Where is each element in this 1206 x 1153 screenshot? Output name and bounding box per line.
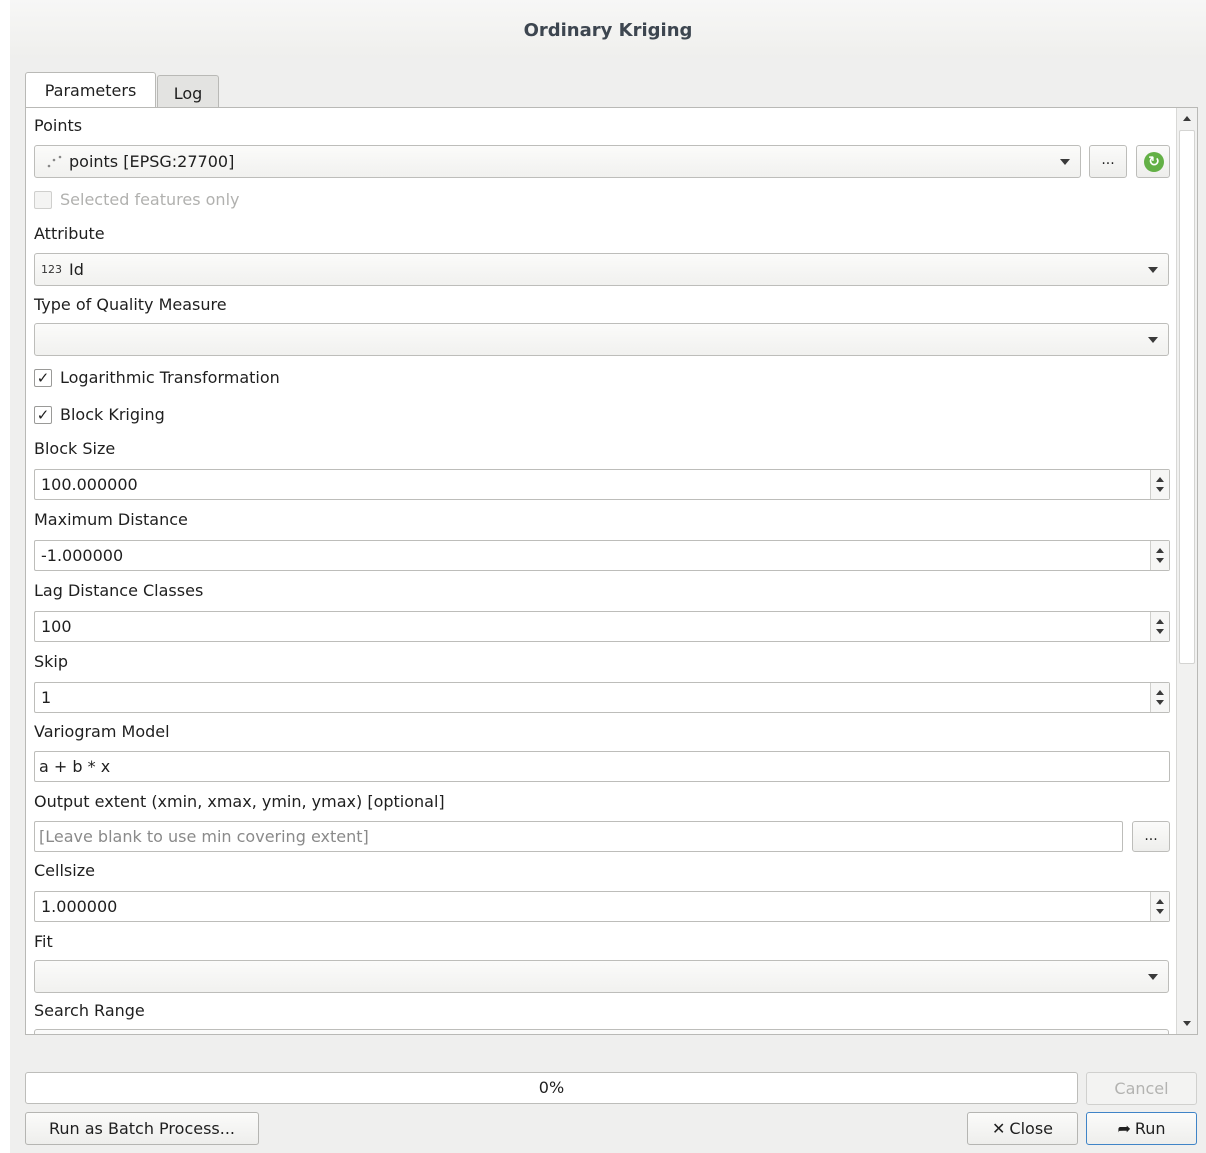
search-range-combo[interactable]: [34, 1029, 1169, 1034]
run-icon: ➦: [1117, 1119, 1131, 1138]
points-combo[interactable]: points [EPSG:27700]: [34, 145, 1081, 178]
points-label: Points: [34, 116, 83, 135]
skip-spinbox[interactable]: 1: [34, 682, 1170, 713]
spin-down-icon: [1156, 487, 1164, 492]
skip-label: Skip: [34, 652, 69, 671]
fit-label: Fit: [34, 932, 53, 951]
close-button[interactable]: ✕ Close: [967, 1112, 1078, 1145]
max-distance-spinbox[interactable]: -1.000000: [34, 540, 1170, 571]
block-size-spinbox[interactable]: 100.000000: [34, 469, 1170, 500]
variogram-input[interactable]: a + b * x: [34, 751, 1170, 782]
spin-down-icon: [1156, 629, 1164, 634]
scroll-down-icon[interactable]: [1183, 1021, 1191, 1026]
points-browse-button[interactable]: ...: [1089, 145, 1127, 178]
spin-up-icon: [1156, 477, 1164, 482]
output-extent-label: Output extent (xmin, xmax, ymin, ymax) […: [34, 792, 445, 811]
spin-arrows[interactable]: [1150, 892, 1169, 921]
spin-up-icon: [1156, 619, 1164, 624]
close-label: Close: [1009, 1119, 1053, 1138]
variogram-value: a + b * x: [39, 757, 111, 776]
spin-up-icon: [1156, 548, 1164, 553]
lag-classes-value: 100: [41, 617, 72, 636]
numeric-field-icon: 123: [41, 263, 62, 276]
lag-classes-spinbox[interactable]: 100: [34, 611, 1170, 642]
refresh-icon: ↻: [1144, 152, 1164, 172]
checkbox-checked-icon: ✓: [34, 406, 52, 424]
max-distance-label: Maximum Distance: [34, 510, 188, 529]
cellsize-label: Cellsize: [34, 861, 95, 880]
chevron-down-icon: [1148, 337, 1158, 343]
checkbox-checked-icon: ✓: [34, 369, 52, 387]
lag-classes-label: Lag Distance Classes: [34, 581, 204, 600]
chevron-down-icon: [1060, 159, 1070, 165]
quality-measure-combo[interactable]: [34, 323, 1169, 356]
parameters-panel: Points points [EPSG:27700] ... ↻ Selecte…: [25, 107, 1198, 1035]
scroll-up-icon[interactable]: [1183, 116, 1191, 121]
run-label: Run: [1134, 1119, 1166, 1138]
quality-measure-label: Type of Quality Measure: [34, 295, 227, 314]
points-value: points [EPSG:27700]: [69, 152, 235, 171]
output-extent-input[interactable]: [Leave blank to use min covering extent]: [34, 821, 1123, 852]
spin-arrows[interactable]: [1150, 683, 1169, 712]
progress-text: 0%: [538, 1078, 565, 1097]
cellsize-spinbox[interactable]: 1.000000: [34, 891, 1170, 922]
variogram-label: Variogram Model: [34, 722, 170, 741]
batch-process-button[interactable]: Run as Batch Process...: [25, 1112, 259, 1145]
run-button[interactable]: ➦ Run: [1086, 1112, 1197, 1145]
points-refresh-button[interactable]: ↻: [1136, 145, 1170, 178]
tab-parameters[interactable]: Parameters: [25, 72, 156, 109]
attribute-combo[interactable]: 123 Id: [34, 253, 1169, 286]
spin-down-icon: [1156, 700, 1164, 705]
vertical-scrollbar[interactable]: [1176, 108, 1197, 1034]
spin-up-icon: [1156, 899, 1164, 904]
checkbox-box: [34, 191, 52, 209]
close-icon: ✕: [992, 1119, 1006, 1138]
tab-log[interactable]: Log: [157, 75, 219, 108]
window-title: Ordinary Kriging: [10, 0, 1206, 58]
cancel-button[interactable]: Cancel: [1086, 1072, 1197, 1105]
progress-bar: 0%: [25, 1072, 1078, 1104]
chevron-down-icon: [1148, 974, 1158, 980]
fit-combo[interactable]: [34, 960, 1169, 993]
log-transform-label: Logarithmic Transformation: [60, 368, 280, 387]
chevron-down-icon: [1148, 267, 1158, 273]
search-range-label: Search Range: [34, 1001, 145, 1020]
spin-down-icon: [1156, 909, 1164, 914]
block-kriging-label: Block Kriging: [60, 405, 165, 424]
block-size-label: Block Size: [34, 439, 116, 458]
output-extent-browse-button[interactable]: ...: [1132, 821, 1170, 852]
spin-arrows[interactable]: [1150, 541, 1169, 570]
spin-up-icon: [1156, 690, 1164, 695]
spin-down-icon: [1156, 558, 1164, 563]
point-layer-icon: [47, 155, 62, 168]
scrollbar-thumb[interactable]: [1179, 130, 1195, 664]
max-distance-value: -1.000000: [41, 546, 124, 565]
skip-value: 1: [41, 688, 52, 707]
spin-arrows[interactable]: [1150, 612, 1169, 641]
selected-only-label: Selected features only: [60, 190, 240, 209]
block-size-value: 100.000000: [41, 475, 138, 494]
attribute-label: Attribute: [34, 224, 105, 243]
spin-arrows[interactable]: [1150, 470, 1169, 499]
cellsize-value: 1.000000: [41, 897, 118, 916]
output-extent-placeholder: [Leave blank to use min covering extent]: [39, 827, 369, 846]
attribute-value: Id: [69, 260, 84, 279]
